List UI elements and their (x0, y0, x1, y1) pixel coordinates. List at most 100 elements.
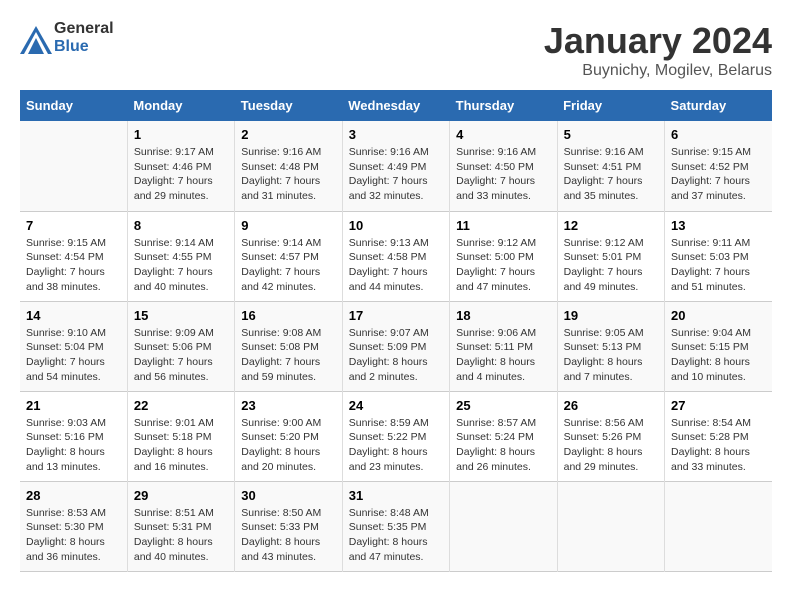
calendar-cell: 22 Sunrise: 9:01 AMSunset: 5:18 PMDayligh… (127, 391, 234, 481)
weekday-header-wednesday: Wednesday (342, 90, 449, 121)
day-number: 19 (564, 308, 658, 323)
day-info: Sunrise: 9:14 AMSunset: 4:57 PMDaylight:… (241, 236, 335, 295)
day-info: Sunrise: 9:15 AMSunset: 4:52 PMDaylight:… (671, 145, 766, 204)
day-number: 4 (456, 127, 550, 142)
day-number: 1 (134, 127, 228, 142)
calendar-cell: 24Sunrise: 8:59 AMSunset: 5:22 PMDayligh… (342, 391, 449, 481)
weekday-header-sunday: Sunday (20, 90, 127, 121)
week-row-4: 21 Sunrise: 9:03 AMSunset: 5:16 PMDayligh… (20, 391, 772, 481)
calendar-cell: 13 Sunrise: 9:11 AMSunset: 5:03 PMDayligh… (665, 211, 772, 301)
day-info: Sunrise: 9:03 AMSunset: 5:16 PMDaylight:… (26, 416, 121, 475)
day-number: 16 (241, 308, 335, 323)
calendar-cell (557, 481, 664, 571)
calendar-cell: 3Sunrise: 9:16 AMSunset: 4:49 PMDaylight… (342, 121, 449, 211)
calendar-cell: 20Sunrise: 9:04 AMSunset: 5:15 PMDayligh… (665, 301, 772, 391)
weekday-header-saturday: Saturday (665, 90, 772, 121)
day-info: Sunrise: 8:54 AMSunset: 5:28 PMDaylight:… (671, 416, 766, 475)
calendar-cell: 9 Sunrise: 9:14 AMSunset: 4:57 PMDaylight… (235, 211, 342, 301)
day-info: Sunrise: 9:16 AMSunset: 4:51 PMDaylight:… (564, 145, 658, 204)
day-number: 18 (456, 308, 550, 323)
day-info: Sunrise: 9:16 AMSunset: 4:50 PMDaylight:… (456, 145, 550, 204)
logo-icon (20, 26, 50, 50)
day-number: 13 (671, 218, 766, 233)
day-number: 2 (241, 127, 335, 142)
day-info: Sunrise: 9:07 AMSunset: 5:09 PMDaylight:… (349, 326, 443, 385)
day-info: Sunrise: 8:48 AMSunset: 5:35 PMDaylight:… (349, 506, 443, 565)
day-info: Sunrise: 9:01 AMSunset: 5:18 PMDaylight:… (134, 416, 228, 475)
day-number: 22 (134, 398, 228, 413)
weekday-header-friday: Friday (557, 90, 664, 121)
week-row-5: 28 Sunrise: 8:53 AMSunset: 5:30 PMDayligh… (20, 481, 772, 571)
weekday-header-tuesday: Tuesday (235, 90, 342, 121)
calendar-cell: 10 Sunrise: 9:13 AMSunset: 4:58 PMDayligh… (342, 211, 449, 301)
day-number: 26 (564, 398, 658, 413)
calendar-cell: 17 Sunrise: 9:07 AMSunset: 5:09 PMDayligh… (342, 301, 449, 391)
day-info: Sunrise: 9:11 AMSunset: 5:03 PMDaylight:… (671, 236, 766, 295)
day-number: 5 (564, 127, 658, 142)
day-info: Sunrise: 9:10 AMSunset: 5:04 PMDaylight:… (26, 326, 121, 385)
calendar-cell: 12 Sunrise: 9:12 AMSunset: 5:01 PMDayligh… (557, 211, 664, 301)
weekday-header-monday: Monday (127, 90, 234, 121)
calendar-cell (450, 481, 557, 571)
logo-general: General (54, 20, 114, 38)
day-info: Sunrise: 8:56 AMSunset: 5:26 PMDaylight:… (564, 416, 658, 475)
calendar-cell: 18 Sunrise: 9:06 AMSunset: 5:11 PMDayligh… (450, 301, 557, 391)
day-number: 23 (241, 398, 335, 413)
calendar-cell: 31 Sunrise: 8:48 AMSunset: 5:35 PMDayligh… (342, 481, 449, 571)
calendar-cell: 1Sunrise: 9:17 AMSunset: 4:46 PMDaylight… (127, 121, 234, 211)
day-info: Sunrise: 8:59 AMSunset: 5:22 PMDaylight:… (349, 416, 443, 475)
day-info: Sunrise: 8:50 AMSunset: 5:33 PMDaylight:… (241, 506, 335, 565)
calendar-table: SundayMondayTuesdayWednesdayThursdayFrid… (20, 90, 772, 572)
calendar-cell: 4 Sunrise: 9:16 AMSunset: 4:50 PMDaylight… (450, 121, 557, 211)
day-number: 8 (134, 218, 228, 233)
day-number: 11 (456, 218, 550, 233)
day-info: Sunrise: 9:15 AMSunset: 4:54 PMDaylight:… (26, 236, 121, 295)
calendar-cell: 29Sunrise: 8:51 AMSunset: 5:31 PMDayligh… (127, 481, 234, 571)
day-info: Sunrise: 9:06 AMSunset: 5:11 PMDaylight:… (456, 326, 550, 385)
day-info: Sunrise: 9:12 AMSunset: 5:01 PMDaylight:… (564, 236, 658, 295)
weekday-header-row: SundayMondayTuesdayWednesdayThursdayFrid… (20, 90, 772, 121)
day-number: 12 (564, 218, 658, 233)
day-number: 28 (26, 488, 121, 503)
day-number: 31 (349, 488, 443, 503)
calendar-cell: 5 Sunrise: 9:16 AMSunset: 4:51 PMDaylight… (557, 121, 664, 211)
calendar-cell: 28 Sunrise: 8:53 AMSunset: 5:30 PMDayligh… (20, 481, 127, 571)
day-number: 17 (349, 308, 443, 323)
calendar-cell: 11 Sunrise: 9:12 AMSunset: 5:00 PMDayligh… (450, 211, 557, 301)
day-info: Sunrise: 9:16 AMSunset: 4:49 PMDaylight:… (349, 145, 443, 204)
day-number: 9 (241, 218, 335, 233)
day-info: Sunrise: 9:13 AMSunset: 4:58 PMDaylight:… (349, 236, 443, 295)
calendar-cell: 6 Sunrise: 9:15 AMSunset: 4:52 PMDaylight… (665, 121, 772, 211)
calendar-cell: 15 Sunrise: 9:09 AMSunset: 5:06 PMDayligh… (127, 301, 234, 391)
calendar-title: January 2024 (544, 20, 772, 62)
day-info: Sunrise: 9:09 AMSunset: 5:06 PMDaylight:… (134, 326, 228, 385)
header: General Blue January 2024 Buynichy, Mogi… (20, 20, 772, 80)
day-number: 20 (671, 308, 766, 323)
day-info: Sunrise: 8:53 AMSunset: 5:30 PMDaylight:… (26, 506, 121, 565)
logo: General Blue (20, 20, 114, 55)
day-number: 10 (349, 218, 443, 233)
day-number: 25 (456, 398, 550, 413)
day-info: Sunrise: 9:12 AMSunset: 5:00 PMDaylight:… (456, 236, 550, 295)
logo-blue: Blue (54, 38, 114, 56)
calendar-cell (20, 121, 127, 211)
day-number: 6 (671, 127, 766, 142)
calendar-cell: 25Sunrise: 8:57 AMSunset: 5:24 PMDayligh… (450, 391, 557, 481)
day-number: 29 (134, 488, 228, 503)
day-number: 15 (134, 308, 228, 323)
day-info: Sunrise: 9:16 AMSunset: 4:48 PMDaylight:… (241, 145, 335, 204)
day-number: 14 (26, 308, 121, 323)
calendar-cell (665, 481, 772, 571)
day-number: 21 (26, 398, 121, 413)
day-info: Sunrise: 9:00 AMSunset: 5:20 PMDaylight:… (241, 416, 335, 475)
calendar-cell: 23 Sunrise: 9:00 AMSunset: 5:20 PMDayligh… (235, 391, 342, 481)
calendar-cell: 7 Sunrise: 9:15 AMSunset: 4:54 PMDaylight… (20, 211, 127, 301)
title-section: January 2024 Buynichy, Mogilev, Belarus (544, 20, 772, 80)
day-number: 27 (671, 398, 766, 413)
week-row-1: 1Sunrise: 9:17 AMSunset: 4:46 PMDaylight… (20, 121, 772, 211)
day-number: 7 (26, 218, 121, 233)
calendar-cell: 8Sunrise: 9:14 AMSunset: 4:55 PMDaylight… (127, 211, 234, 301)
calendar-cell: 2 Sunrise: 9:16 AMSunset: 4:48 PMDaylight… (235, 121, 342, 211)
calendar-cell: 19 Sunrise: 9:05 AMSunset: 5:13 PMDayligh… (557, 301, 664, 391)
day-info: Sunrise: 9:05 AMSunset: 5:13 PMDaylight:… (564, 326, 658, 385)
